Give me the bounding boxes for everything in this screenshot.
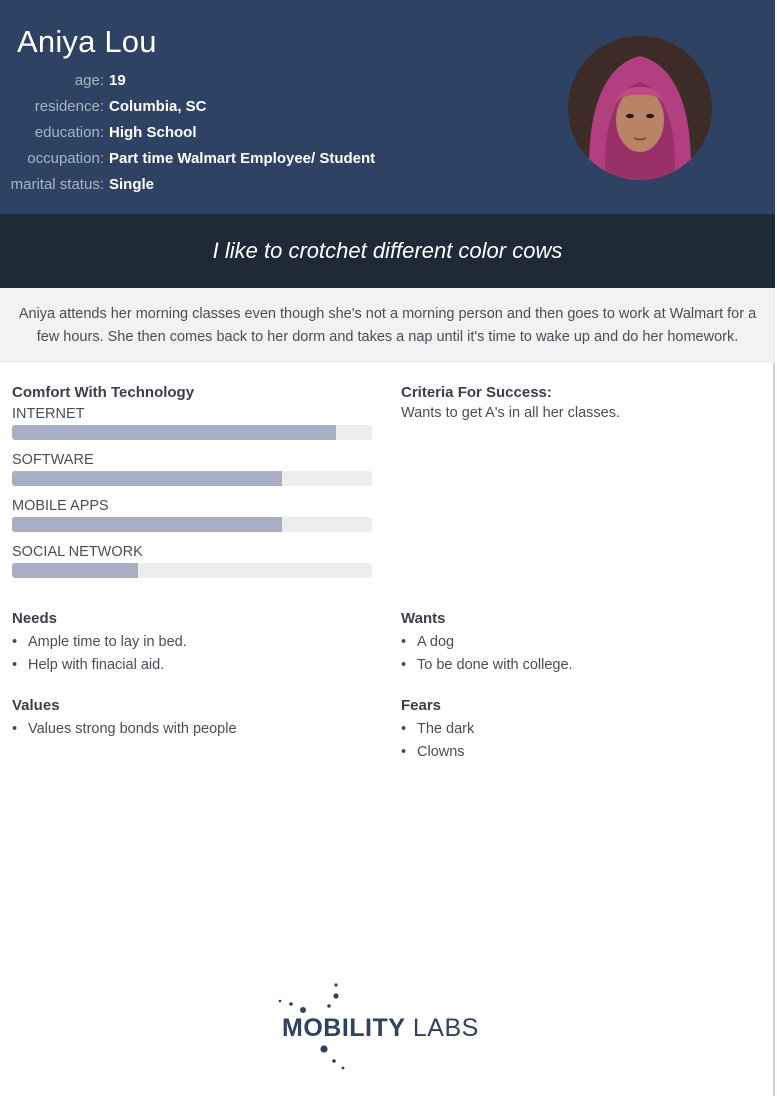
fact-education: education: High School bbox=[0, 119, 375, 145]
fact-occupation: occupation: Part time Walmart Employee/ … bbox=[0, 145, 375, 171]
wants-list: A dog To be done with college. bbox=[401, 632, 573, 678]
meter-software: SOFTWARE bbox=[12, 451, 374, 486]
list-item: The dark bbox=[401, 719, 474, 742]
meter-fill bbox=[12, 471, 282, 486]
logo-brand-bold: MOBILITY bbox=[282, 1014, 406, 1042]
meter-track bbox=[12, 425, 372, 440]
wants-section: Wants A dog To be done with college. bbox=[401, 610, 573, 678]
fact-residence: residence: Columbia, SC bbox=[0, 93, 375, 119]
meter-track bbox=[12, 563, 372, 578]
meter-fill bbox=[12, 425, 336, 440]
fact-marital-status: marital status: Single bbox=[0, 171, 375, 197]
fact-value: Columbia, SC bbox=[109, 97, 207, 115]
persona-facts: age: 19 residence: Columbia, SC educatio… bbox=[0, 67, 376, 197]
persona-page: Aniya Lou age: 19 residence: Columbia, S… bbox=[0, 0, 775, 1096]
list-item: Values strong bonds with people bbox=[12, 719, 237, 742]
fact-value: Part time Walmart Employee/ Student bbox=[109, 149, 376, 167]
values-section: Values Values strong bonds with people bbox=[12, 697, 237, 742]
meter-mobile-apps: MOBILE APPS bbox=[12, 497, 374, 532]
persona-avatar bbox=[568, 36, 712, 180]
list-item: Help with finacial aid. bbox=[12, 655, 187, 678]
wants-title: Wants bbox=[401, 610, 446, 627]
meter-internet: INTERNET bbox=[12, 405, 374, 440]
values-list: Values strong bonds with people bbox=[12, 719, 237, 742]
needs-section: Needs Ample time to lay in bed. Help wit… bbox=[12, 610, 187, 678]
fears-list: The dark Clowns bbox=[401, 719, 474, 765]
values-title: Values bbox=[12, 697, 60, 714]
list-item: Clowns bbox=[401, 742, 474, 765]
avatar-photo-icon bbox=[568, 36, 712, 180]
meter-social-network: SOCIAL NETWORK bbox=[12, 543, 374, 578]
meter-label: MOBILE APPS bbox=[12, 498, 109, 514]
fact-label: marital status: bbox=[10, 175, 104, 193]
fact-value: High School bbox=[109, 123, 197, 141]
fact-label: age: bbox=[74, 71, 104, 89]
fact-label: education: bbox=[34, 123, 104, 141]
criteria-section: Criteria For Success: Wants to get A's i… bbox=[401, 384, 761, 421]
list-item: A dog bbox=[401, 632, 573, 655]
persona-header: Aniya Lou age: 19 residence: Columbia, S… bbox=[0, 0, 775, 214]
needs-list: Ample time to lay in bed. Help with fina… bbox=[12, 632, 187, 678]
fact-value: 19 bbox=[109, 71, 126, 89]
meter-label: SOCIAL NETWORK bbox=[12, 544, 143, 560]
meter-label: SOFTWARE bbox=[12, 452, 94, 468]
fact-value: Single bbox=[109, 175, 155, 193]
fact-label: residence: bbox=[34, 97, 104, 115]
meter-fill bbox=[12, 563, 138, 578]
mobility-labs-logo: MOBILITY LABS bbox=[274, 980, 504, 1075]
persona-quote: I like to crotchet different color cows bbox=[212, 238, 563, 263]
list-item: To be done with college. bbox=[401, 655, 573, 678]
fact-label: occupation: bbox=[27, 149, 104, 167]
persona-name: Aniya Lou bbox=[17, 24, 157, 59]
criteria-text: Wants to get A's in all her classes. bbox=[401, 405, 621, 421]
fact-age: age: 19 bbox=[0, 67, 375, 93]
meter-fill bbox=[12, 517, 282, 532]
meter-track bbox=[12, 471, 372, 486]
bio-box: Aniya attends her morning classes even t… bbox=[0, 288, 775, 363]
list-item: Ample time to lay in bed. bbox=[12, 632, 187, 655]
needs-title: Needs bbox=[12, 610, 58, 627]
persona-bio: Aniya attends her morning classes even t… bbox=[18, 305, 757, 345]
meter-label: INTERNET bbox=[12, 406, 85, 422]
criteria-title: Criteria For Success: bbox=[401, 384, 552, 401]
logo-brand-light: LABS bbox=[405, 1014, 479, 1042]
quote-bar: I like to crotchet different color cows bbox=[0, 214, 775, 288]
technology-section: Comfort With Technology INTERNET SOFTWAR… bbox=[12, 384, 374, 589]
technology-title: Comfort With Technology bbox=[12, 384, 195, 401]
logo-wordmark: MOBILITY LABS bbox=[282, 1014, 479, 1043]
fears-title: Fears bbox=[401, 697, 442, 714]
fears-section: Fears The dark Clowns bbox=[401, 697, 474, 765]
meter-track bbox=[12, 517, 372, 532]
